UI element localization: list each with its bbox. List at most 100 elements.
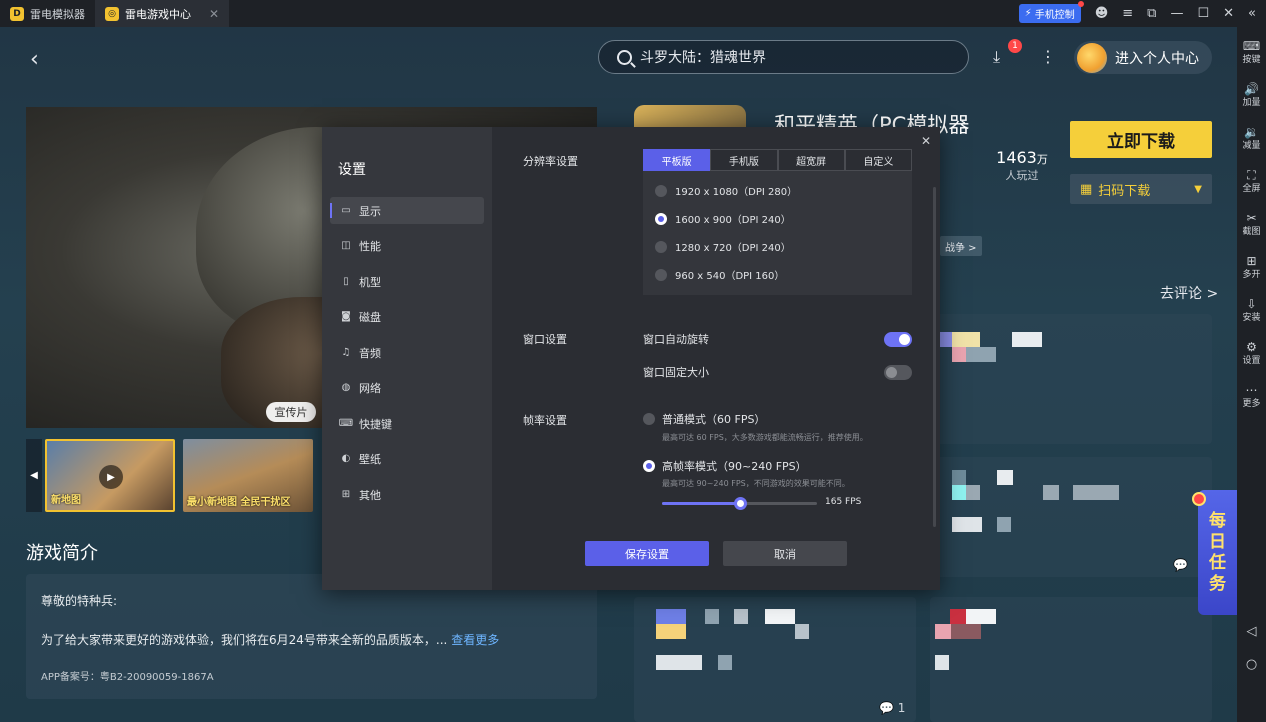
tab-tablet[interactable]: 平板版: [643, 149, 711, 171]
nav-network[interactable]: ◍ 网络: [330, 374, 484, 401]
nav-wallpaper[interactable]: ◐ 壁纸: [330, 445, 484, 472]
palette-icon: ◐: [341, 453, 351, 464]
collapse-sidebar-icon[interactable]: «: [1248, 6, 1256, 21]
mosaic-block: [952, 347, 966, 362]
close-tab-icon[interactable]: ✕: [209, 7, 219, 21]
download-icon[interactable]: ⤓: [993, 47, 1000, 67]
fps-settings-label: 帧率设置: [523, 414, 567, 427]
tab-ultrawide[interactable]: 超宽屏: [777, 149, 845, 171]
phone-control-button[interactable]: ⚡ 手机控制: [1018, 1, 1084, 23]
thumbnail-video[interactable]: ▶ 新地图: [45, 439, 175, 512]
toolbar-settings[interactable]: ⚙ 设置: [1237, 332, 1266, 375]
comment-bubble-icon[interactable]: 💬: [1173, 558, 1188, 572]
nav-shortcuts[interactable]: ⌨ 快捷键: [330, 410, 484, 437]
search-box[interactable]: 斗罗大陆：猎魂世界: [598, 40, 969, 74]
mosaic-block: [935, 624, 951, 639]
caret-down-icon: ▼: [1194, 183, 1202, 195]
fps-slider[interactable]: [662, 497, 817, 510]
user-avatar-icon[interactable]: ☻: [1095, 6, 1109, 21]
nav-other[interactable]: ⊞ 其他: [330, 481, 484, 508]
fps-mode-normal[interactable]: 普通模式（60 FPS）: [643, 411, 765, 427]
toolbar-screenshot[interactable]: ✂ 截图: [1237, 203, 1266, 246]
resolution-option[interactable]: 960 x 540（DPI 160）: [655, 267, 784, 282]
toolbar-volume-up[interactable]: 🔊 加量: [1237, 74, 1266, 117]
tab-emulator[interactable]: D 雷电模拟器: [0, 0, 95, 27]
fps-mode-high[interactable]: 高帧率模式（90~240 FPS）: [643, 458, 807, 474]
android-back-icon[interactable]: ◁: [1247, 624, 1257, 639]
toolbar-fullscreen[interactable]: ⛶ 全屏: [1237, 160, 1266, 203]
toolbar-multi-open[interactable]: ⊞ 多开: [1237, 246, 1266, 289]
download-now-button[interactable]: 立即下载: [1070, 121, 1212, 158]
intro-line: 尊敬的特种兵:: [41, 594, 118, 608]
go-comment-link[interactable]: 去评论 >: [1160, 283, 1218, 303]
globe-icon: ◍: [341, 382, 351, 393]
back-arrow-icon[interactable]: ‹: [30, 47, 39, 72]
profile-button[interactable]: 进入个人中心: [1074, 41, 1212, 74]
toolbar-keyboard[interactable]: ⌨ 按键: [1237, 31, 1266, 74]
radio-button[interactable]: [655, 240, 667, 253]
android-home-icon[interactable]: ○: [1246, 657, 1257, 672]
toolbar-volume-down[interactable]: 🔉 减量: [1237, 117, 1266, 160]
play-icon: ▶: [99, 465, 123, 489]
nav-disk[interactable]: ◙ 磁盘: [330, 303, 484, 330]
save-settings-button[interactable]: 保存设置: [585, 541, 709, 566]
reply-bubble-icon[interactable]: 💬 1: [879, 701, 905, 715]
daily-task-banner[interactable]: 每 日 任 务: [1192, 490, 1237, 615]
cancel-button[interactable]: 取消: [723, 541, 847, 566]
tab-phone[interactable]: 手机版: [710, 149, 778, 171]
notification-dot: [1077, 1, 1084, 7]
fixed-size-toggle[interactable]: [884, 364, 912, 380]
more-options-icon[interactable]: ⋮: [1040, 47, 1056, 66]
disk-icon: ◙: [341, 311, 351, 322]
players-count: 1463万 人玩过: [994, 148, 1050, 183]
see-more-link[interactable]: 查看更多: [451, 633, 499, 647]
mosaic-block: [1073, 485, 1119, 500]
tab-custom[interactable]: 自定义: [844, 149, 912, 171]
close-window-icon[interactable]: ✕: [1223, 6, 1234, 21]
auto-rotate-toggle[interactable]: [884, 331, 912, 347]
genre-tag[interactable]: 战争 >: [940, 236, 982, 256]
resolution-option[interactable]: 1600 x 900（DPI 240）: [655, 211, 791, 226]
right-toolbar: ⌨ 按键 🔊 加量 🔉 减量 ⛶ 全屏 ✂ 截图 ⊞ 多开 ⇩ 安装 ⚙ 设置 ⋯ 更多 ◁ ○: [1237, 27, 1266, 722]
profile-label: 进入个人中心: [1115, 50, 1199, 67]
qr-download-button[interactable]: ▦ 扫码下载 ▼: [1070, 174, 1212, 204]
nav-performance[interactable]: ◫ 性能: [330, 232, 484, 259]
game-center-logo-icon: ◎: [105, 6, 119, 21]
toolbar-install[interactable]: ⇩ 安装: [1237, 289, 1266, 332]
phone-control-label: 手机控制: [1034, 10, 1075, 21]
mosaic-block: [997, 517, 1011, 532]
minimize-icon[interactable]: —: [1170, 6, 1183, 21]
mosaic-block: [656, 609, 686, 624]
radio-button[interactable]: [655, 184, 667, 197]
thumbnail-image[interactable]: 最小新地图 全民干扰区: [183, 439, 313, 512]
nav-device-model[interactable]: ▯ 机型: [330, 268, 484, 295]
shortcut-icon: ⌨: [338, 418, 354, 429]
radio-button[interactable]: [655, 268, 667, 281]
keyboard-icon: ⌨: [1242, 39, 1261, 53]
daily-task-char: 任: [1209, 552, 1226, 573]
dialog-scrollbar[interactable]: [933, 187, 936, 527]
maximize-icon[interactable]: ☐: [1197, 6, 1209, 21]
daily-task-char: 每: [1209, 510, 1226, 531]
fps-mode-desc: 最高可达 90~240 FPS，不同游戏的效果可能不同。: [662, 479, 850, 488]
radio-button-selected[interactable]: [643, 460, 655, 472]
thumbnail-caption: 最小新地图 全民干扰区: [187, 497, 291, 508]
radio-button-selected[interactable]: [655, 212, 667, 225]
tab-game-center[interactable]: ◎ 雷电游戏中心 ✕: [95, 0, 230, 27]
thumbs-prev-icon[interactable]: ◀: [26, 439, 42, 512]
more-icon: ⋯: [1245, 383, 1258, 397]
restore-icon[interactable]: ⧉: [1147, 6, 1156, 21]
radio-button[interactable]: [643, 413, 655, 425]
gear-icon: ⚙: [1246, 340, 1257, 354]
nav-display[interactable]: ▭ 显示: [330, 197, 484, 224]
mosaic-block: [705, 609, 719, 624]
mosaic-block: [656, 624, 686, 639]
menu-icon[interactable]: ≡: [1122, 6, 1133, 21]
nav-audio[interactable]: ♫ 音频: [330, 339, 484, 366]
mosaic-block: [718, 655, 732, 670]
resolution-option[interactable]: 1920 x 1080（DPI 280）: [655, 183, 797, 198]
fps-slider-knob[interactable]: [733, 497, 747, 510]
toolbar-more[interactable]: ⋯ 更多: [1237, 375, 1266, 418]
resolution-option[interactable]: 1280 x 720（DPI 240）: [655, 239, 791, 254]
close-dialog-icon[interactable]: ✕: [921, 134, 931, 148]
